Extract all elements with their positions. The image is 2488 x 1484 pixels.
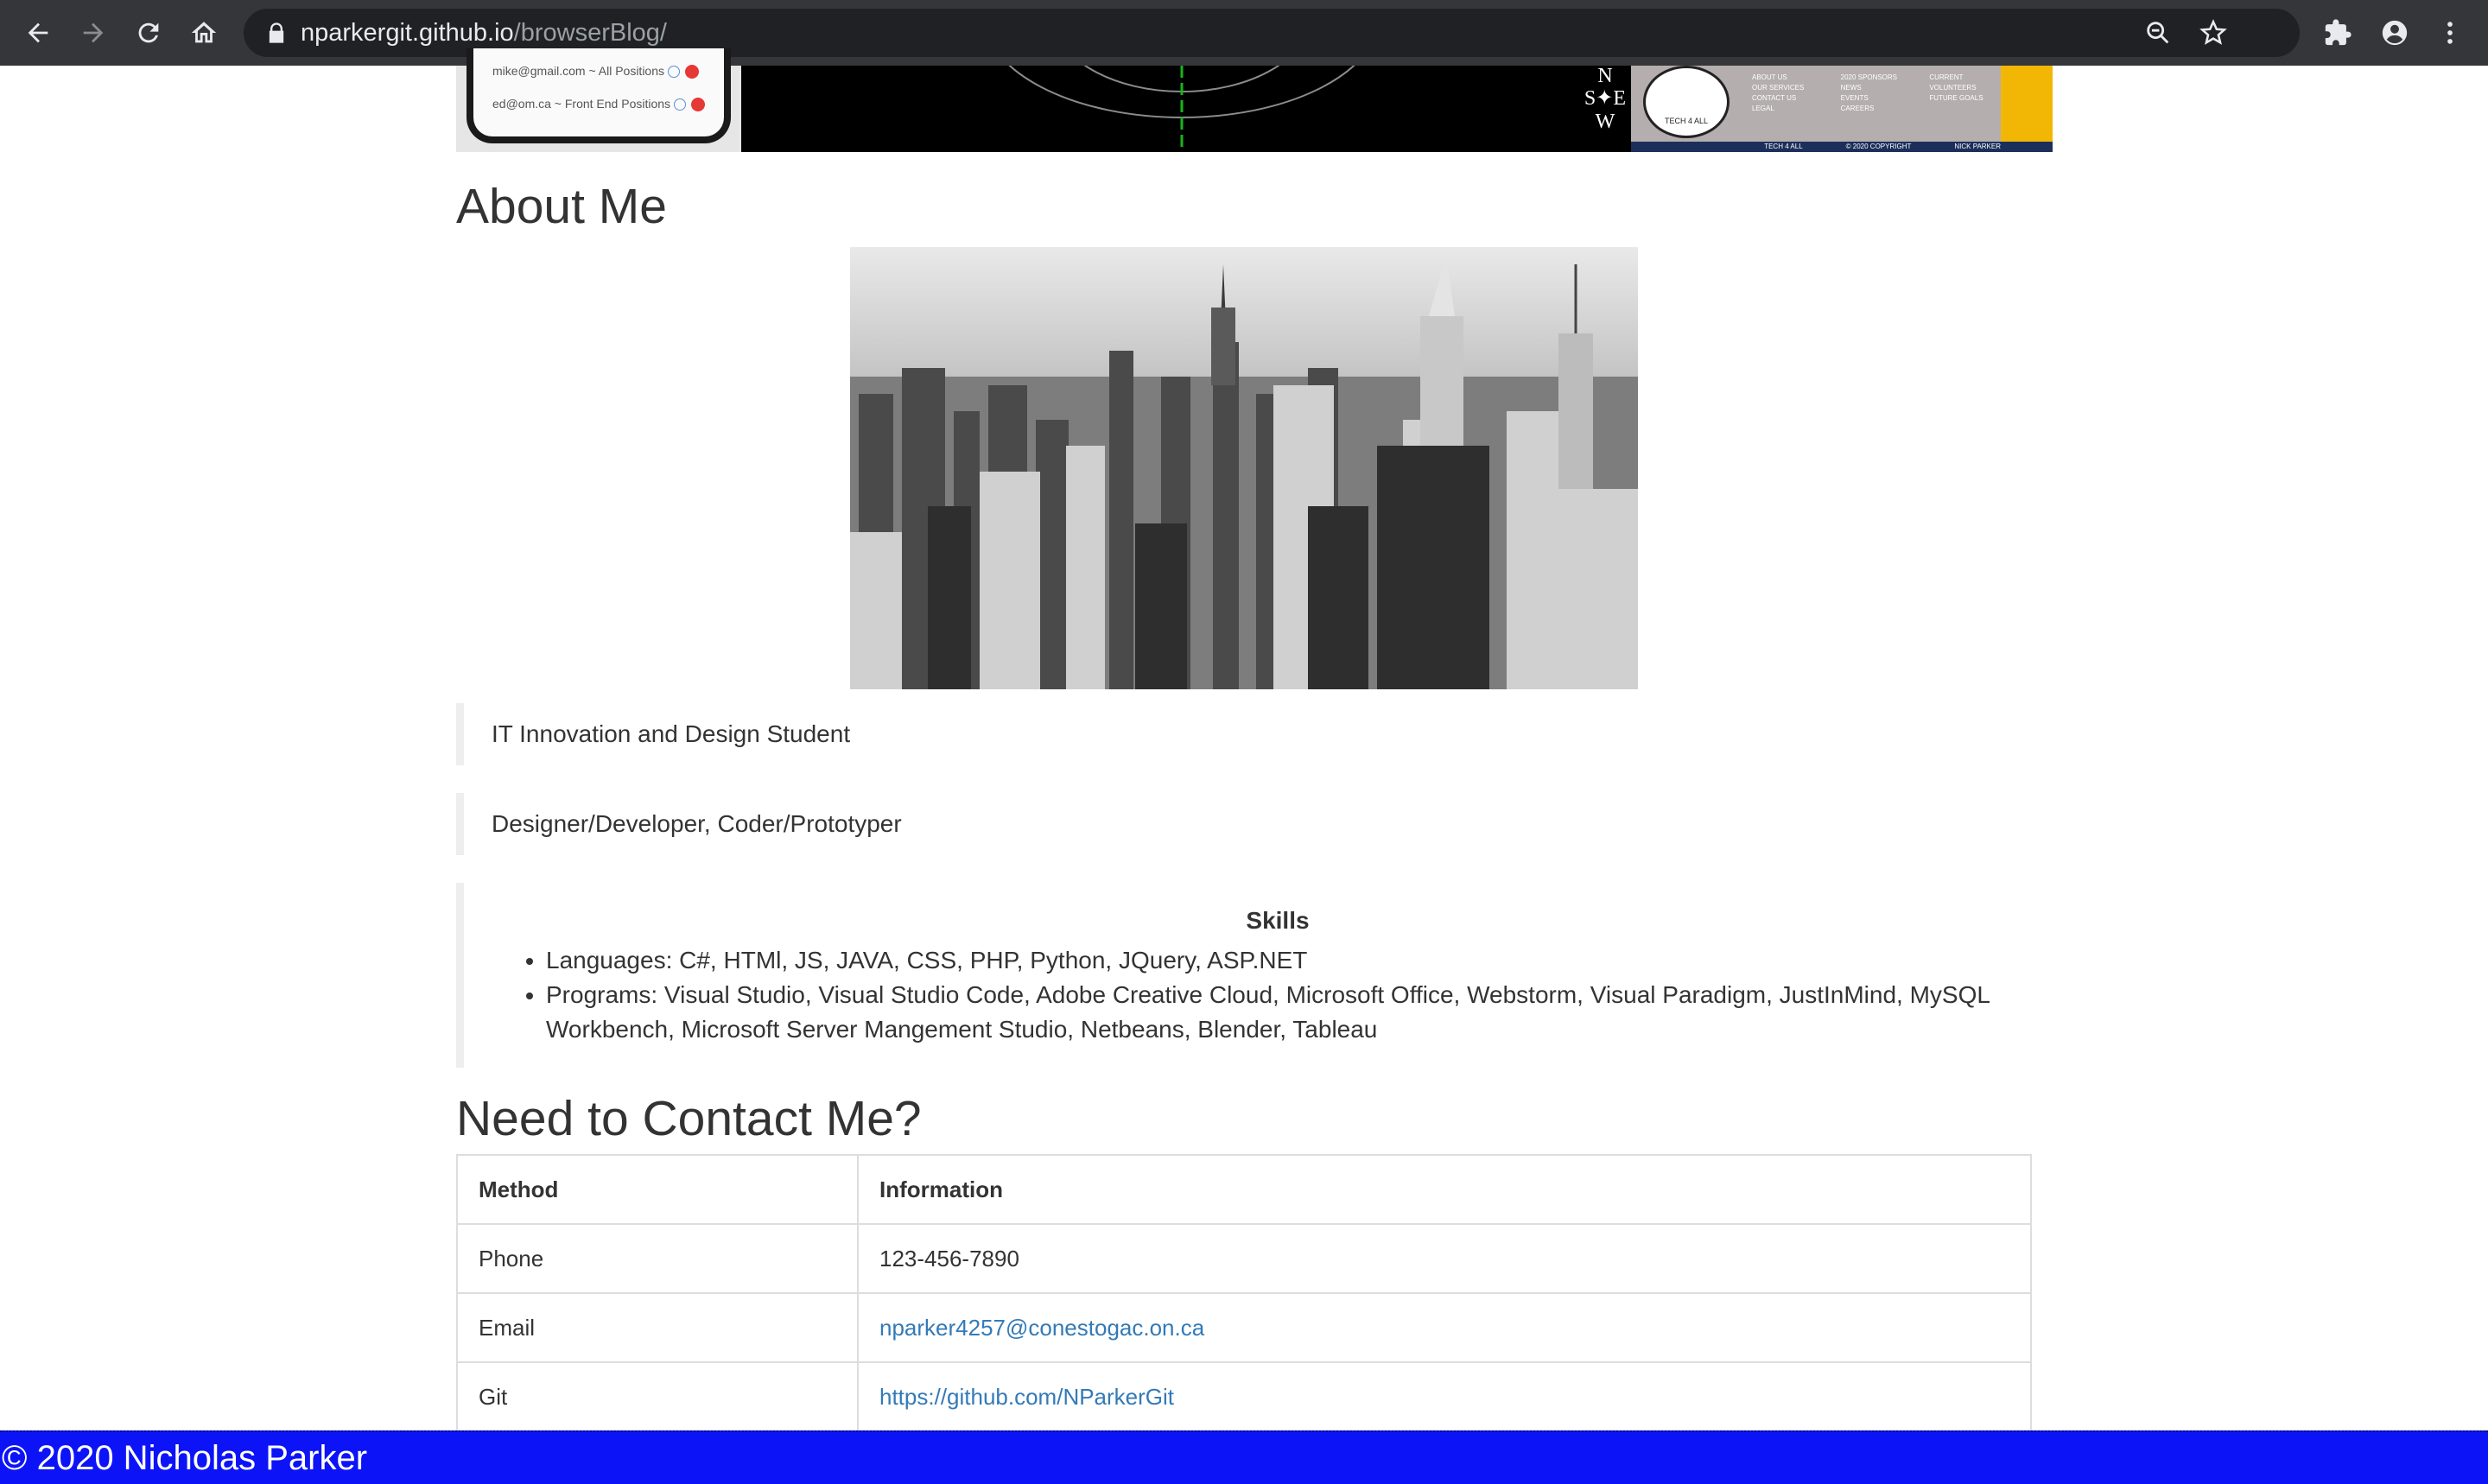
table-row: Git https://github.com/NParkerGit — [456, 1361, 2032, 1432]
compass: N S✦E W — [1579, 66, 1631, 152]
site-logo: TECH 4 ALL — [1643, 66, 1730, 138]
compass-north: N — [1597, 66, 1613, 87]
phone-row: ed@om.ca ~ Front End Positions — [492, 97, 706, 112]
site-nav-item: OUR SERVICES — [1752, 84, 1805, 92]
info-icon — [674, 98, 687, 111]
url-text[interactable]: nparkergit.github.io/browserBlog/ — [301, 19, 667, 47]
url-path: /browserBlog/ — [513, 19, 667, 47]
about-line-text: IT Innovation and Design Student — [492, 720, 851, 747]
remove-icon — [691, 98, 706, 112]
column-header-information: Information — [857, 1154, 2032, 1225]
site-footer-text: NICK PARKER — [1954, 143, 2001, 150]
thumbnail-tech4all-site[interactable]: TECH 4 ALL ABOUT US OUR SERVICES CONTACT… — [1631, 66, 2053, 152]
contact-table: Method Information Phone 123-456-7890 Em… — [456, 1154, 2032, 1432]
info-cell: 123-456-7890 — [857, 1223, 2032, 1294]
menu-kebab-icon[interactable] — [2433, 16, 2467, 50]
site-footer-text: TECH 4 ALL — [1764, 143, 1803, 150]
site-nav-item: EVENTS — [1840, 94, 1869, 102]
radar-graphic — [1008, 66, 1355, 152]
table-row: Phone 123-456-7890 — [456, 1223, 2032, 1294]
info-cell: nparker4257@conestogac.on.ca — [857, 1292, 2032, 1363]
site-nav-item: 2020 SPONSORS — [1840, 73, 1898, 81]
site-nav-item: CONTACT US — [1752, 94, 1797, 102]
skills-list: Languages: C#, HTMl, JS, JAVA, CSS, PHP,… — [492, 943, 2012, 1047]
url-host: nparkergit.github.io — [301, 19, 514, 47]
skills-block: Skills Languages: C#, HTMl, JS, JAVA, CS… — [456, 883, 2053, 1068]
about-line-text: Designer/Developer, Coder/Prototyper — [492, 810, 902, 837]
method-cell: Phone — [456, 1223, 859, 1294]
phone-frame: mike@gmail.com ~ All Positions ed@om.ca … — [466, 48, 731, 143]
site-nav-item: LEGAL — [1752, 105, 1774, 112]
method-cell: Git — [456, 1361, 859, 1432]
compass-star-icon: ✦ — [1596, 87, 1614, 110]
phone-row: mike@gmail.com ~ All Positions — [492, 64, 700, 79]
info-icon — [668, 66, 681, 79]
compass-west: W — [1595, 111, 1615, 133]
skills-heading: Skills — [1246, 907, 1310, 934]
site-nav-item: CAREERS — [1840, 105, 1875, 112]
site-sidebar — [2001, 66, 2053, 142]
back-arrow-icon[interactable] — [21, 16, 55, 50]
site-nav-item: ABOUT US — [1752, 73, 1787, 81]
site-footer-bar: TECH 4 ALL © 2020 COPYRIGHT NICK PARKER — [1631, 142, 2053, 152]
copyright-text: © 2020 Nicholas Parker — [2, 1439, 368, 1477]
compass-east: E — [1613, 87, 1627, 110]
contact-heading: Need to Contact Me? — [456, 1091, 922, 1146]
git-link[interactable]: https://github.com/NParkerGit — [879, 1384, 1174, 1410]
site-nav: ABOUT US OUR SERVICES CONTACT US LEGAL 2… — [1752, 73, 2011, 114]
extensions-puzzle-icon[interactable] — [2320, 16, 2355, 50]
site-nav-item: CURRENT VOLUNTEERS — [1929, 73, 1977, 92]
skills-item: Languages: C#, HTMl, JS, JAVA, CSS, PHP,… — [546, 943, 2012, 978]
table-header-row: Method Information — [456, 1154, 2032, 1225]
reload-icon[interactable] — [131, 16, 166, 50]
phone-row-text: mike@gmail.com ~ All Positions — [492, 64, 665, 78]
page-footer: © 2020 Nicholas Parker — [0, 1430, 2488, 1484]
thumbnail-radar-game[interactable]: N S✦E W — [741, 66, 1631, 152]
remove-icon — [685, 65, 700, 79]
compass-south: S — [1584, 87, 1596, 110]
zoom-icon[interactable] — [2141, 16, 2175, 50]
site-nav-item: FUTURE GOALS — [1929, 94, 1983, 102]
info-cell: https://github.com/NParkerGit — [857, 1361, 2032, 1432]
home-icon[interactable] — [187, 16, 221, 50]
phone-row-text: ed@om.ca ~ Front End Positions — [492, 97, 671, 111]
bookmark-star-icon[interactable] — [2196, 16, 2231, 50]
column-header-method: Method — [456, 1154, 859, 1225]
city-skyline-image — [850, 247, 1638, 689]
site-logo-text: TECH 4 ALL — [1664, 117, 1709, 125]
about-me-heading: About Me — [456, 179, 667, 234]
site-nav-item: NEWS — [1840, 84, 1862, 92]
forward-arrow-icon[interactable] — [76, 16, 111, 50]
thumbnail-phone-app[interactable]: mike@gmail.com ~ All Positions ed@om.ca … — [456, 48, 741, 152]
email-link[interactable]: nparker4257@conestogac.on.ca — [879, 1315, 1204, 1341]
skills-item: Programs: Visual Studio, Visual Studio C… — [546, 978, 2012, 1047]
skyline-graphic — [850, 247, 1638, 689]
lock-icon — [269, 22, 284, 43]
project-thumbnails: mike@gmail.com ~ All Positions ed@om.ca … — [456, 48, 2053, 152]
about-line-student: IT Innovation and Design Student — [456, 703, 2053, 765]
method-cell: Email — [456, 1292, 859, 1363]
profile-avatar-icon[interactable] — [2377, 16, 2412, 50]
about-line-roles: Designer/Developer, Coder/Prototyper — [456, 793, 2053, 855]
browser-toolbar: nparkergit.github.io/browserBlog/ — [0, 0, 2488, 66]
site-footer-text: © 2020 COPYRIGHT — [1845, 143, 1912, 150]
table-row: Email nparker4257@conestogac.on.ca — [456, 1292, 2032, 1363]
